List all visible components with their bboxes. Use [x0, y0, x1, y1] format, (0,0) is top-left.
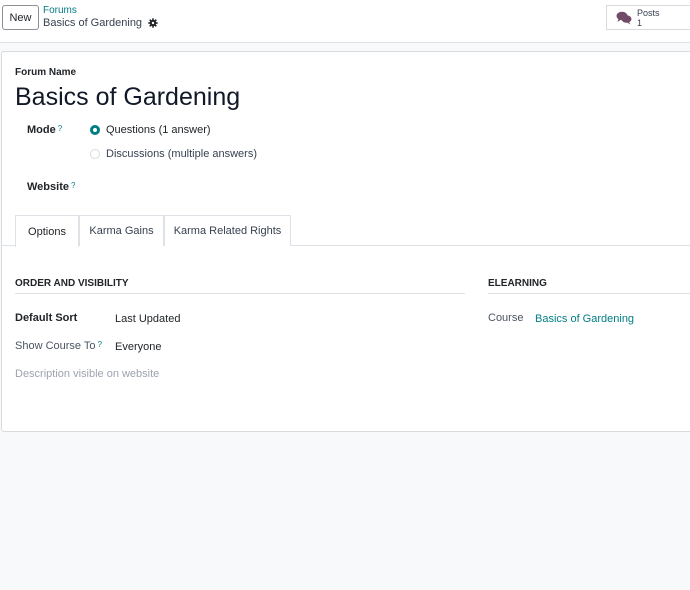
course-link[interactable]: Basics of Gardening: [535, 313, 634, 325]
posts-stat-button[interactable]: Posts 1: [606, 5, 690, 30]
posts-stat-text: Posts 1: [637, 8, 660, 28]
comments-icon: [616, 11, 632, 24]
posts-stat-label: Posts: [637, 7, 660, 18]
tab-karma-related-rights[interactable]: Karma Related Rights: [164, 215, 291, 246]
default-sort-field[interactable]: Last Updated: [115, 313, 180, 325]
breadcrumb-forums-link[interactable]: Forums: [43, 5, 77, 16]
show-course-label-text: Show Course To: [15, 340, 96, 352]
forum-name-field[interactable]: Basics of Gardening: [15, 83, 240, 112]
form-sheet: Forum Name Basics of Gardening Mode? Que…: [1, 51, 690, 432]
show-course-label: Show Course To?: [15, 340, 102, 352]
new-button[interactable]: New: [2, 5, 39, 30]
mode-help-icon[interactable]: ?: [58, 124, 62, 133]
control-panel: New Forums Basics of Gardening Posts 1: [0, 0, 690, 43]
description-field[interactable]: Description visible on website: [15, 368, 159, 380]
mode-label-text: Mode: [27, 124, 56, 136]
show-course-field[interactable]: Everyone: [115, 341, 161, 353]
mode-option-discussions[interactable]: Discussions (multiple answers): [90, 148, 257, 160]
breadcrumb-current-label: Basics of Gardening: [43, 17, 143, 29]
order-visibility-section-title: ORDER AND VISIBILITY: [15, 278, 465, 294]
default-sort-label: Default Sort: [15, 312, 78, 324]
website-label: Website?: [27, 181, 75, 193]
show-course-help-icon[interactable]: ?: [98, 340, 102, 349]
gear-icon[interactable]: [148, 18, 158, 28]
course-label: Course: [488, 312, 524, 324]
tab-options[interactable]: Options: [15, 215, 79, 247]
notebook-tabs: Options Karma Gains Karma Related Rights: [2, 215, 690, 247]
mode-option-questions[interactable]: Questions (1 answer): [90, 124, 211, 136]
mode-label: Mode?: [27, 124, 62, 136]
mode-option-label: Discussions (multiple answers): [106, 148, 257, 160]
website-label-text: Website: [27, 181, 69, 193]
radio-checked-icon[interactable]: [90, 125, 100, 135]
tab-karma-gains[interactable]: Karma Gains: [79, 215, 164, 246]
forum-name-label: Forum Name: [15, 67, 77, 78]
breadcrumb: Basics of Gardening: [43, 17, 158, 29]
posts-stat-count: 1: [637, 17, 643, 28]
elearning-section-title: ELEARNING: [488, 278, 690, 294]
radio-unchecked-icon[interactable]: [90, 149, 100, 159]
website-help-icon[interactable]: ?: [71, 181, 75, 190]
mode-option-label: Questions (1 answer): [106, 124, 211, 136]
